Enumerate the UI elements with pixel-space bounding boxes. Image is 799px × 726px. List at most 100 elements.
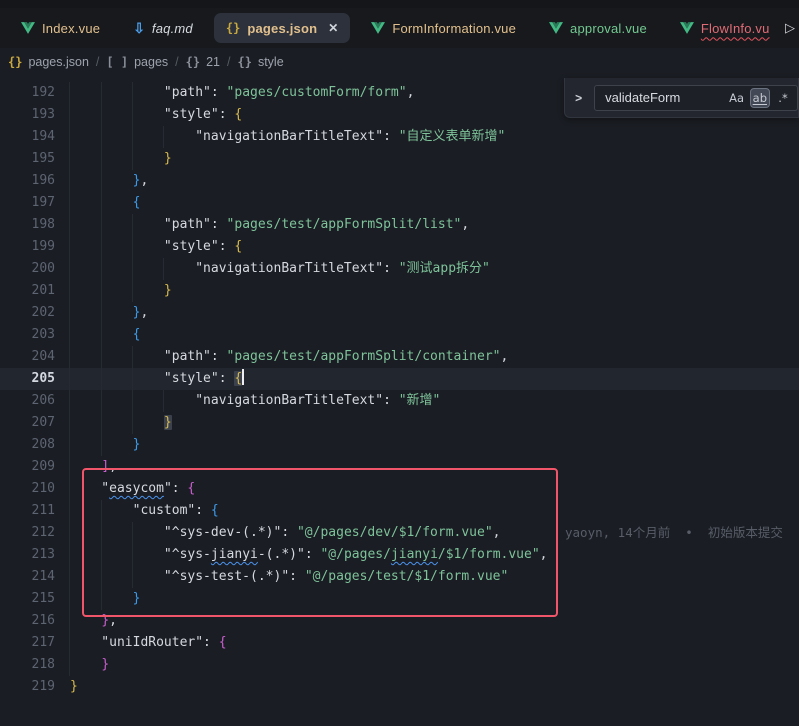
- tab-overflow-chevron-icon[interactable]: ▷: [785, 20, 795, 36]
- code-line[interactable]: 201 }: [0, 280, 799, 302]
- line-number[interactable]: 206: [0, 390, 55, 412]
- code-token: [70, 195, 133, 210]
- line-number[interactable]: 197: [0, 192, 55, 214]
- line-number[interactable]: 209: [0, 456, 55, 478]
- code-text: }: [70, 654, 109, 676]
- line-number[interactable]: 196: [0, 170, 55, 192]
- code-text: "navigationBarTitleText": "自定义表单新增": [70, 126, 505, 148]
- code-line[interactable]: 212 "^sys-dev-(.*)": "@/pages/dev/$1/for…: [0, 522, 799, 544]
- tab-index-vue[interactable]: Index.vue: [9, 13, 112, 43]
- code-text: }: [70, 412, 172, 434]
- line-number[interactable]: 200: [0, 258, 55, 280]
- code-line[interactable]: 208 }: [0, 434, 799, 456]
- code-token: [70, 459, 101, 474]
- tab-flowinfo-vu[interactable]: FlowInfo.vu: [668, 13, 782, 43]
- code-line[interactable]: 202 },: [0, 302, 799, 324]
- code-token: ,: [140, 305, 148, 320]
- tab-forminformation-vue[interactable]: FormInformation.vue: [359, 13, 528, 43]
- line-number[interactable]: 215: [0, 588, 55, 610]
- tab-label: FormInformation.vue: [392, 21, 516, 36]
- line-number[interactable]: 207: [0, 412, 55, 434]
- line-number[interactable]: 218: [0, 654, 55, 676]
- code-line[interactable]: 203 {: [0, 324, 799, 346]
- match-case-button[interactable]: Aa: [727, 88, 747, 108]
- line-number[interactable]: 208: [0, 434, 55, 456]
- line-number[interactable]: 213: [0, 544, 55, 566]
- code-text: "^sys-jianyi-(.*)": "@/pages/jianyi/$1/f…: [70, 544, 547, 566]
- code-line[interactable]: 216 },: [0, 610, 799, 632]
- code-line[interactable]: 199 "style": {: [0, 236, 799, 258]
- git-blame-annotation: yaoyn, 14个月前 • 初始版本提交: [565, 522, 783, 544]
- line-number[interactable]: 214: [0, 566, 55, 588]
- code-text: "navigationBarTitleText": "新增": [70, 390, 440, 412]
- breadcrumb-item-pages[interactable]: [ ]pages: [106, 55, 168, 69]
- tab-pages-json[interactable]: {}pages.json✕: [214, 13, 350, 43]
- code-line[interactable]: 213 "^sys-jianyi-(.*)": "@/pages/jianyi/…: [0, 544, 799, 566]
- code-line[interactable]: 209 ],: [0, 456, 799, 478]
- breadcrumb-item-21[interactable]: {}21: [186, 55, 220, 69]
- line-number[interactable]: 216: [0, 610, 55, 632]
- code-line[interactable]: 206 "navigationBarTitleText": "新增": [0, 390, 799, 412]
- line-number[interactable]: 203: [0, 324, 55, 346]
- code-editor[interactable]: 192 "path": "pages/customForm/form",193 …: [0, 75, 799, 726]
- code-token: [70, 657, 101, 672]
- line-number[interactable]: 199: [0, 236, 55, 258]
- line-number[interactable]: 219: [0, 676, 55, 698]
- code-line[interactable]: 215 }: [0, 588, 799, 610]
- code-token: [70, 415, 164, 430]
- code-token: "path":: [70, 349, 227, 364]
- code-line[interactable]: 198 "path": "pages/test/appFormSplit/lis…: [0, 214, 799, 236]
- line-number[interactable]: 210: [0, 478, 55, 500]
- code-line[interactable]: 219}: [0, 676, 799, 698]
- code-line[interactable]: 211 "custom": {: [0, 500, 799, 522]
- regex-button[interactable]: .*: [773, 88, 793, 108]
- code-token: "path":: [70, 85, 227, 100]
- line-number[interactable]: 195: [0, 148, 55, 170]
- code-line[interactable]: 200 "navigationBarTitleText": "测试app拆分": [0, 258, 799, 280]
- code-text: "custom": {: [70, 500, 219, 522]
- whole-word-button[interactable]: ab: [750, 88, 770, 108]
- braces-icon: {}: [237, 55, 251, 69]
- markdown-arrow-icon: ⇩: [133, 21, 145, 35]
- breadcrumb-item-pages-json[interactable]: {}pages.json: [8, 55, 89, 69]
- line-number[interactable]: 201: [0, 280, 55, 302]
- code-line[interactable]: 197 {: [0, 192, 799, 214]
- tab-label: FlowInfo.vu: [701, 21, 770, 36]
- code-line[interactable]: 194 "navigationBarTitleText": "自定义表单新增": [0, 126, 799, 148]
- line-number[interactable]: 205: [0, 368, 55, 390]
- line-number[interactable]: 217: [0, 632, 55, 654]
- line-number[interactable]: 202: [0, 302, 55, 324]
- line-number[interactable]: 204: [0, 346, 55, 368]
- code-line[interactable]: 204 "path": "pages/test/appFormSplit/con…: [0, 346, 799, 368]
- search-input[interactable]: validateForm Aaab.*: [594, 85, 798, 111]
- line-number[interactable]: 192: [0, 82, 55, 104]
- code-line[interactable]: 214 "^sys-test-(.*)": "@/pages/test/$1/f…: [0, 566, 799, 588]
- find-expand-chevron-icon[interactable]: >: [571, 91, 586, 105]
- breadcrumb-item-style[interactable]: {}style: [237, 55, 283, 69]
- line-number[interactable]: 198: [0, 214, 55, 236]
- line-number[interactable]: 193: [0, 104, 55, 126]
- code-text: },: [70, 302, 148, 324]
- code-line[interactable]: 207 }: [0, 412, 799, 434]
- close-icon[interactable]: ✕: [328, 21, 338, 35]
- code-line[interactable]: 195 }: [0, 148, 799, 170]
- brackets-icon: [ ]: [106, 55, 128, 69]
- tab-approval-vue[interactable]: approval.vue: [537, 13, 659, 43]
- code-token: "path":: [70, 217, 227, 232]
- code-text: {: [70, 324, 140, 346]
- code-line[interactable]: 210 "easycom": {: [0, 478, 799, 500]
- code-text: "^sys-dev-(.*)": "@/pages/dev/$1/form.vu…: [70, 522, 500, 544]
- code-token: "@/pages/test/$1/form.vue": [305, 569, 509, 584]
- code-token: ": [70, 481, 109, 496]
- tab-faq-md[interactable]: ⇩faq.md: [121, 13, 205, 43]
- code-token: ,: [540, 547, 548, 562]
- code-line[interactable]: 218 }: [0, 654, 799, 676]
- code-token: ,: [109, 459, 117, 474]
- line-number[interactable]: 212: [0, 522, 55, 544]
- code-token: "style":: [70, 371, 234, 386]
- line-number[interactable]: 211: [0, 500, 55, 522]
- line-number[interactable]: 194: [0, 126, 55, 148]
- code-line[interactable]: 196 },: [0, 170, 799, 192]
- code-line[interactable]: 205 "style": {: [0, 368, 799, 390]
- code-line[interactable]: 217 "uniIdRouter": {: [0, 632, 799, 654]
